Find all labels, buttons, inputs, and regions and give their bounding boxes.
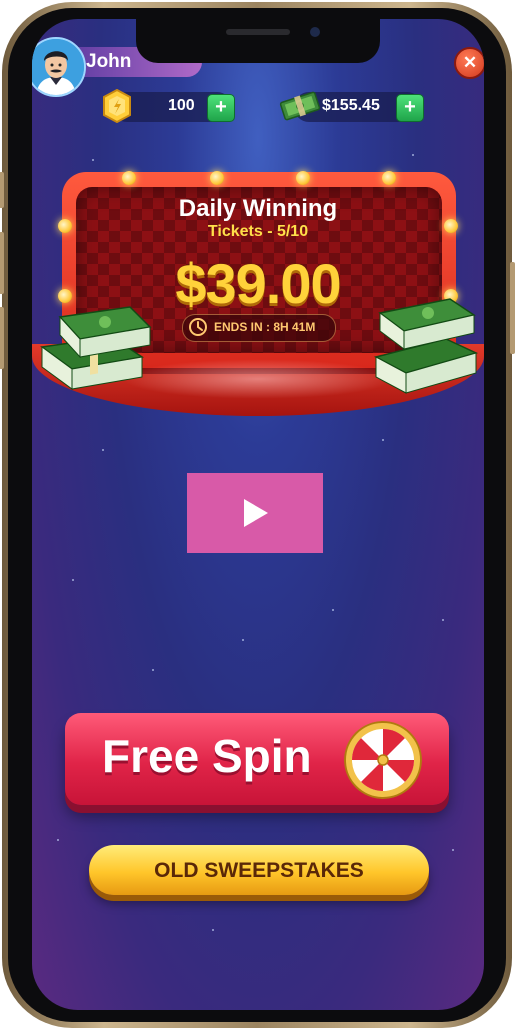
star [332, 609, 334, 611]
old-sweepstakes-label: OLD SWEEPSTAKES [154, 859, 364, 882]
free-spin-label: Free Spin [102, 730, 312, 782]
video-play-button[interactable] [187, 473, 323, 553]
close-icon: ✕ [462, 53, 478, 72]
phone-notch [136, 19, 380, 63]
game-screen: John ✕ 100 + $155.45 + Daily Winning Tic… [32, 19, 484, 1010]
volume-up-button [0, 232, 4, 294]
star [92, 159, 94, 161]
star [412, 154, 414, 156]
star [152, 669, 154, 671]
star [212, 929, 214, 931]
avatar[interactable] [32, 37, 86, 97]
add-cash-button[interactable]: + [396, 94, 424, 122]
star [442, 619, 444, 621]
marquee-bulb [296, 171, 310, 185]
star [72, 579, 74, 581]
add-coins-button[interactable]: + [207, 94, 235, 122]
speaker-grille [226, 29, 290, 35]
banner-title: Daily Winning [178, 195, 338, 222]
clock-icon [189, 318, 207, 336]
star [452, 849, 454, 851]
marquee-bulb [122, 171, 136, 185]
volume-down-button [0, 307, 4, 369]
cash-stack-right-icon [373, 298, 479, 394]
username: John [86, 51, 132, 72]
cash-icon [279, 91, 321, 121]
front-camera [310, 27, 320, 37]
stage-glow [122, 359, 394, 399]
marquee-bulb [210, 171, 224, 185]
cash-stack-left-icon [40, 306, 152, 390]
star [57, 839, 59, 841]
star [242, 639, 244, 641]
mute-switch [0, 172, 4, 208]
star [102, 449, 104, 451]
avatar-face-icon [32, 39, 84, 95]
tickets-count: Tickets - 5/10 [207, 223, 309, 240]
marquee-bulb [382, 171, 396, 185]
star [382, 439, 384, 441]
play-icon [244, 499, 268, 527]
prize-wheel-icon [344, 721, 422, 799]
cash-balance: $155.45 [322, 97, 380, 114]
timer-text: ENDS IN : 8H 41M [214, 320, 316, 334]
power-button [510, 262, 515, 354]
plus-icon: + [404, 96, 416, 118]
close-button[interactable]: ✕ [454, 47, 484, 79]
coin-icon [103, 89, 131, 123]
coin-balance: 100 [168, 97, 195, 114]
plus-icon: + [215, 96, 227, 118]
